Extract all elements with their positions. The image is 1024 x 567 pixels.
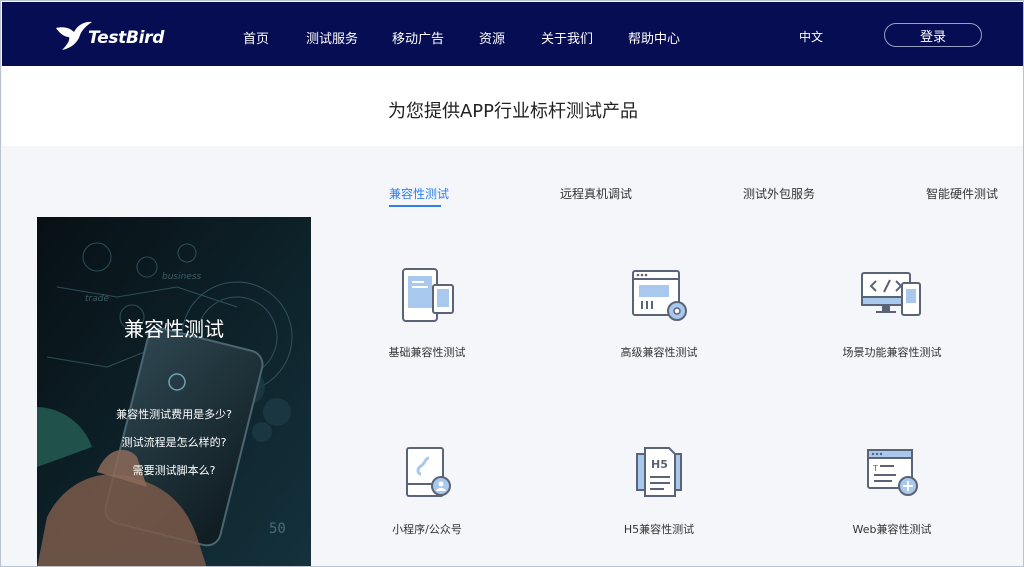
product-web-compatibility[interactable]: T Web兼容性测试 — [797, 444, 987, 554]
login-button[interactable]: 登录 — [884, 23, 982, 47]
top-navbar: TestBird 首页 测试服务 移动广告 资源 关于我们 帮助中心 中文 登录 — [2, 2, 1023, 66]
tab-smart-hardware-testing[interactable]: 智能硬件测试 — [926, 185, 998, 202]
mini-program-icon — [406, 447, 451, 497]
svg-text:50: 50 — [269, 521, 286, 537]
page-title: 为您提供APP行业标杆测试产品 — [387, 101, 639, 122]
nav-resources[interactable]: 资源 — [479, 28, 505, 47]
product-label: 基础兼容性测试 — [388, 346, 466, 359]
promo-background-image: business trade success 50 — [37, 217, 311, 566]
testbird-logo[interactable]: TestBird — [54, 16, 164, 54]
title-band: 为您提供APP行业标杆测试产品 — [2, 66, 1023, 146]
product-basic-compatibility[interactable]: 基础兼容性测试 — [332, 267, 522, 377]
tab-compatibility-testing[interactable]: 兼容性测试 — [389, 185, 449, 202]
page-frame: TestBird 首页 测试服务 移动广告 资源 关于我们 帮助中心 中文 登录… — [0, 0, 1024, 567]
nav-mobile-ads[interactable]: 移动广告 — [392, 28, 444, 47]
promo-question-process[interactable]: 测试流程是怎么样的? — [37, 434, 311, 450]
promo-panel[interactable]: business trade success 50 兼容性测试 兼容性测试费用是… — [37, 217, 311, 566]
product-label: Web兼容性测试 — [852, 523, 932, 536]
product-label: 小程序/公众号 — [392, 523, 462, 536]
product-label: 高级兼容性测试 — [620, 346, 698, 359]
svg-text:H5: H5 — [651, 458, 668, 471]
nav-about-us[interactable]: 关于我们 — [541, 28, 593, 47]
web-window-icon: T — [867, 449, 918, 496]
nav-test-services[interactable]: 测试服务 — [306, 28, 358, 47]
nav-home[interactable]: 首页 — [243, 28, 269, 47]
mobile-tablet-icon — [402, 268, 454, 322]
product-scenario-compatibility[interactable]: 场景功能兼容性测试 — [797, 267, 987, 377]
promo-question-cost[interactable]: 兼容性测试费用是多少? — [37, 406, 311, 422]
language-switch[interactable]: 中文 — [799, 28, 823, 45]
nav-help-center[interactable]: 帮助中心 — [628, 28, 680, 47]
logo-text: TestBird — [88, 28, 165, 48]
product-advanced-compatibility[interactable]: 高级兼容性测试 — [564, 267, 754, 377]
product-h5-compatibility[interactable]: H5 H5兼容性测试 — [564, 444, 754, 554]
promo-title: 兼容性测试 — [124, 317, 224, 341]
browser-gear-icon — [632, 270, 687, 321]
promo-question-script[interactable]: 需要测试脚本么? — [37, 462, 311, 478]
monitor-code-icon — [861, 272, 921, 316]
tab-test-outsourcing[interactable]: 测试外包服务 — [743, 185, 815, 202]
active-tab-indicator — [389, 205, 441, 207]
product-label: 场景功能兼容性测试 — [842, 346, 942, 359]
svg-text:T: T — [872, 464, 878, 473]
h5-document-icon: H5 — [636, 447, 682, 497]
tab-remote-device-debugging[interactable]: 远程真机调试 — [560, 185, 632, 202]
svg-text:business: business — [162, 272, 202, 282]
product-label: H5兼容性测试 — [623, 523, 695, 536]
svg-text:trade: trade — [85, 294, 109, 304]
product-mini-program[interactable]: 小程序/公众号 — [332, 444, 522, 554]
